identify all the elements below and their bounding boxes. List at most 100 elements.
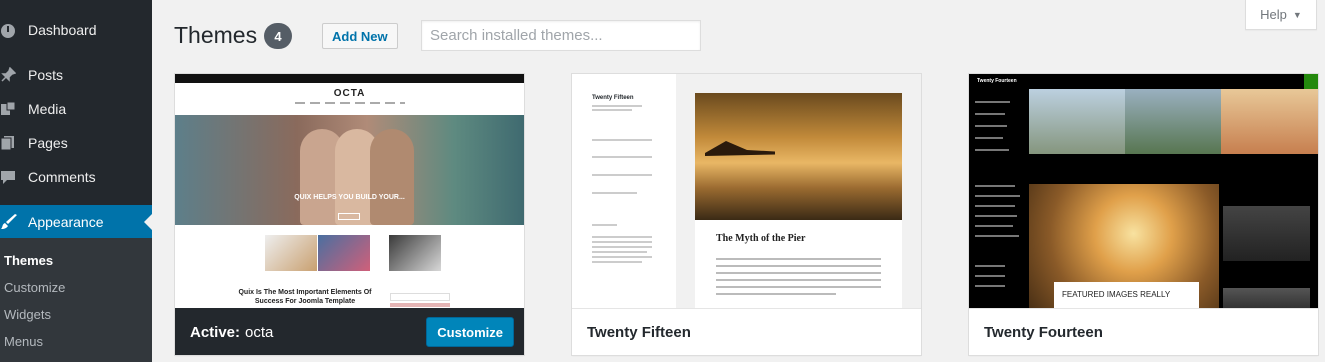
preview-search-button [1304,74,1318,89]
preview-line [975,195,1020,197]
theme-name-bar: Active: octa Customize [175,308,524,355]
submenu-customize[interactable]: Customize [4,280,65,295]
theme-screenshot[interactable]: Twenty Fifteen The Myth of the Pier [572,74,921,308]
media-icon [0,99,28,119]
preview-line [716,293,836,295]
customize-button[interactable]: Customize [426,317,514,347]
help-tab[interactable]: Help ▼ [1245,0,1317,30]
theme-name: Twenty Fifteen [587,324,691,341]
preview-pier [705,141,775,156]
submenu-menus[interactable]: Menus [4,334,43,349]
preview-video [1223,206,1310,261]
preview-nav [295,102,405,104]
preview-thumb [265,235,317,271]
preview-line [592,241,652,243]
preview-line [975,285,1005,287]
theme-screenshot[interactable]: Twenty Fourteen FEATURED IMAGES REALLY [969,74,1318,308]
preview-line [716,279,881,281]
preview-line [592,174,652,176]
preview-line [975,235,1019,237]
preview-thumb [389,235,441,271]
preview-line [592,261,642,263]
preview-photo [695,93,902,220]
sidebar-item-pages[interactable]: Pages [0,126,152,160]
theme-name-bar: Twenty Fourteen [969,308,1318,355]
preview-line [975,185,1015,187]
caret-down-icon: ▼ [1292,9,1302,20]
page-title: Themes [174,22,258,48]
add-new-button[interactable]: Add New [322,23,398,49]
comments-icon [0,167,28,187]
pin-icon [0,65,28,85]
preview-line [592,156,652,158]
sidebar-item-label: Posts [28,67,64,83]
preview-line [716,265,881,267]
preview-video [1223,288,1310,308]
theme-name: octa [245,323,274,341]
appearance-submenu: Themes Customize Widgets Menus [0,238,152,362]
preview-line [975,113,1005,115]
preview-line [592,251,647,253]
preview-topbar [175,74,524,83]
sidebar-item-label: Media [28,101,67,117]
preview-hero-button [338,213,360,220]
preview-line [592,109,632,111]
preview-line [975,125,1007,127]
preview-line [592,139,652,141]
help-label: Help [1260,7,1287,22]
preview-line [716,286,881,288]
sidebar-item-label: Pages [28,135,68,151]
preview-sidebar: Twenty Fifteen [572,74,676,308]
sidebar-item-posts[interactable]: Posts [0,58,152,92]
theme-name-bar: Twenty Fifteen [572,308,921,355]
preview-caption-strip [1029,154,1318,184]
sidebar-item-label: Appearance [28,214,104,230]
active-label: Active: [190,323,241,341]
submenu-widgets[interactable]: Widgets [4,307,51,322]
sidebar-item-comments[interactable]: Comments [0,160,152,194]
sidebar-item-media[interactable]: Media [0,92,152,126]
search-input[interactable] [421,20,701,51]
preview-sidebar [969,89,1029,308]
sidebar-item-label: Comments [28,169,96,185]
preview-line [975,205,1015,207]
dashboard-icon [0,20,28,40]
preview-line [975,275,1005,277]
preview-line [716,258,881,260]
preview-line [716,272,881,274]
brush-icon [0,212,28,232]
preview-site-title: Twenty Fifteen [592,95,634,101]
preview-line [592,192,637,194]
sidebar-item-dashboard[interactable]: Dashboard [0,13,152,47]
preview-heading: Quix Is The Most Important Elements Of S… [238,289,372,305]
preview-line [592,246,652,248]
preview-line [975,225,1013,227]
preview-logo: OCTA [333,88,366,99]
preview-post-title: The Myth of the Pier [716,233,806,244]
preview-hero-title: QUIX HELPS YOU BUILD YOUR... [294,194,405,201]
preview-featured-title: FEATURED IMAGES REALLY [1054,282,1199,308]
preview-main: The Myth of the Pier [676,74,921,308]
theme-count-badge: 4 [264,23,292,49]
preview-line [975,101,1010,103]
admin-sidebar: Dashboard Posts Media Pages Comments App… [0,0,152,362]
theme-card-twenty-fifteen[interactable]: Twenty Fifteen The Myth of the Pier Twen… [571,73,922,356]
theme-screenshot[interactable]: OCTA QUIX HELPS YOU BUILD YOUR... Quix I… [175,74,524,308]
preview-topbar: Twenty Fourteen [969,74,1318,89]
preview-line [592,236,652,238]
pages-icon [0,133,28,153]
preview-form-button [390,303,450,307]
theme-card-twenty-fourteen[interactable]: Twenty Fourteen FEATURED IMAGES REALLY T… [968,73,1319,356]
submenu-themes[interactable]: Themes [4,253,53,268]
preview-line [592,105,642,107]
preview-line [592,224,617,226]
sidebar-item-appearance[interactable]: Appearance [0,205,152,239]
preview-line [975,215,1017,217]
preview-post: The Myth of the Pier [695,93,902,308]
theme-card-octa[interactable]: OCTA QUIX HELPS YOU BUILD YOUR... Quix I… [174,73,525,356]
sidebar-item-label: Dashboard [28,22,97,38]
preview-line [975,149,1009,151]
preview-thumb [318,235,370,271]
preview-line [975,137,1003,139]
theme-name: Twenty Fourteen [984,324,1103,341]
